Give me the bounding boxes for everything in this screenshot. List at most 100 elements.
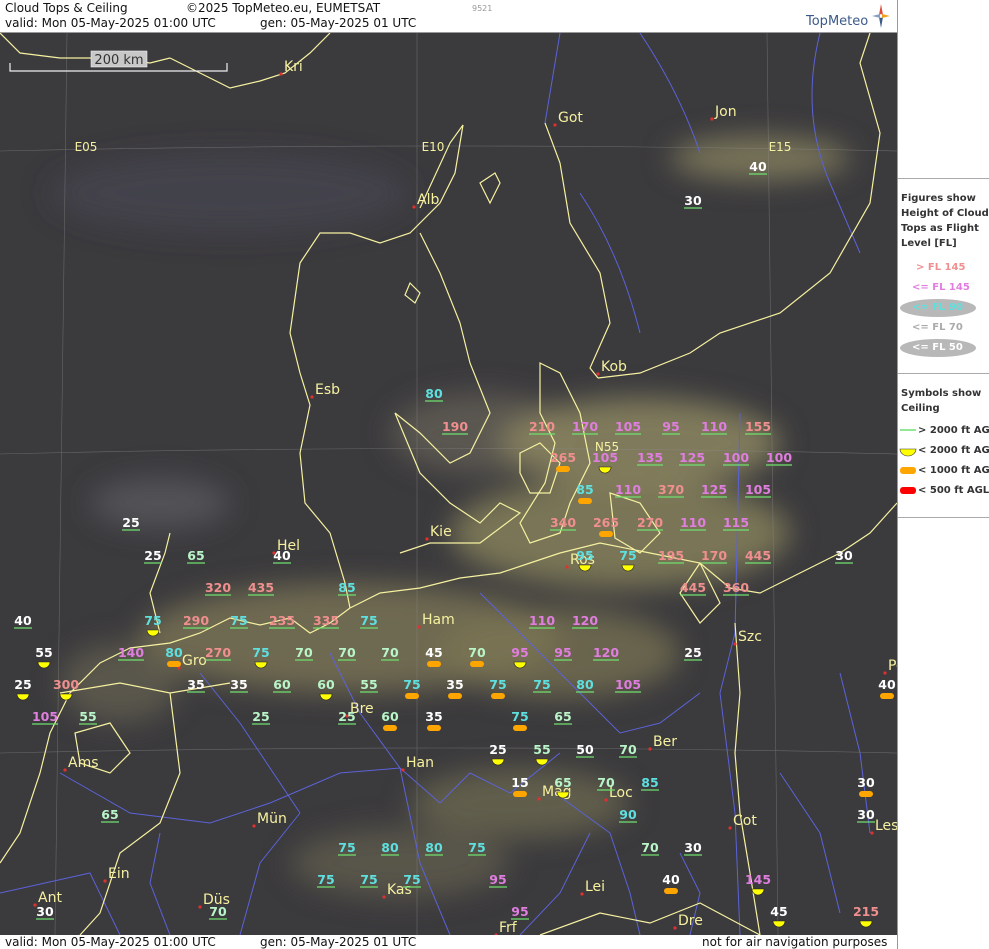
cloud-top-figure: 105 (592, 450, 618, 465)
legend-half-circle-symbol (899, 448, 917, 457)
cloud-top-figure: 90 (619, 807, 637, 822)
valid-time: valid: Mon 05-May-2025 01:00 UTC (5, 16, 216, 30)
city-label: Kri (284, 59, 303, 75)
cloud-top-figure: 95 (554, 645, 571, 660)
city-marker (63, 768, 67, 772)
cloud-top-figure: 75 (468, 840, 485, 855)
city-marker (710, 117, 714, 121)
ceiling-bar-symbol (513, 791, 527, 797)
cloud-top-figure: 70 (597, 775, 615, 790)
city-marker (198, 905, 202, 909)
ceiling-bar-symbol (167, 661, 181, 667)
city-label: Kie (430, 524, 452, 540)
legend-ceiling-gt2000: > 2000 ft AGL (918, 425, 989, 436)
cloud-top-figure: 25 (144, 548, 161, 563)
cloud-top-figure: 80 (165, 645, 183, 660)
cloud-top-figure: 75 (317, 872, 334, 887)
legend-figures-heading: Figures show Height of Cloud Tops as Fli… (901, 193, 989, 249)
cloud-top-figure: 70 (619, 742, 637, 757)
cloud-top-figure: 80 (576, 677, 594, 692)
cloud-top-figure: 170 (701, 548, 727, 563)
cloud-top-figure: 55 (35, 645, 52, 660)
city-label: Ham (422, 612, 455, 628)
map-title: Cloud Tops & Ceiling (5, 1, 128, 15)
ceiling-bar-symbol (448, 693, 462, 699)
city-marker (728, 826, 732, 830)
grid-label: E15 (769, 140, 792, 154)
cloud-top-figure: 70 (381, 645, 399, 660)
cloud-top-figure: 445 (745, 548, 771, 563)
cloud-top-figure: 40 (14, 613, 32, 628)
grid-label: E05 (75, 140, 98, 154)
city-marker (648, 747, 652, 751)
cloud-top-figure: 45 (770, 904, 787, 919)
legend-ceiling-lt500: < 500 ft AGL (918, 485, 989, 496)
cloud-top-figure: 125 (679, 450, 705, 465)
cloud-top-figure: 115 (723, 515, 749, 530)
cloud-top-figure: 190 (442, 419, 468, 434)
legend-panel: Figures show Height of Cloud Tops as Fli… (897, 0, 989, 949)
cloud-top-figure: 55 (533, 742, 550, 757)
cloud-top-figure: 100 (723, 450, 749, 465)
cloud-top-figure: 30 (684, 840, 702, 855)
cloud-top-figure: 80 (381, 840, 399, 855)
city-label: Dre (678, 913, 703, 929)
ceiling-bar-symbol (556, 466, 570, 472)
generated-time: gen: 05-May-2025 01 UTC (260, 16, 417, 30)
cloud-top-figure: 65 (187, 548, 204, 563)
cloud-top-figure: 25 (14, 677, 31, 692)
ceiling-bar-symbol (470, 661, 484, 667)
ceiling-bar-symbol (664, 888, 678, 894)
cloud-top-figure: 270 (637, 515, 663, 530)
legend-orange-bar-symbol (900, 467, 916, 474)
city-marker (883, 671, 887, 675)
cloud-top-figure: 265 (593, 515, 619, 530)
legend-ceiling-lt1000: < 1000 ft AGL (918, 465, 989, 476)
cloud-top-figure: 75 (252, 645, 269, 660)
city-label: Mün (257, 811, 287, 827)
cloud-top-figure: 370 (658, 482, 684, 497)
cloud-top-figure: 40 (749, 159, 767, 174)
cloud-top-figure: 75 (489, 677, 506, 692)
cloud-top-figure: 70 (641, 840, 659, 855)
city-marker (565, 565, 569, 569)
cloud-top-figure: 360 (723, 580, 749, 595)
city-label: Ber (653, 734, 677, 750)
cloud-top-figure: 320 (205, 580, 231, 595)
legend-fl-gt145: > FL 145 (916, 262, 966, 273)
cloud-top-figure: 75 (533, 677, 550, 692)
city-marker (673, 926, 677, 930)
cloud-top-figure: 30 (857, 807, 875, 822)
cloud-top-figure: 85 (641, 775, 658, 790)
cloud-top-figure: 25 (338, 709, 355, 724)
cloud-top-figure: 125 (701, 482, 727, 497)
city-label: Kob (601, 359, 627, 375)
cloud-top-figure: 145 (745, 872, 771, 887)
cloud-top-figure: 60 (317, 677, 335, 692)
city-label: Jon (714, 104, 737, 120)
city-label: Po (888, 658, 897, 674)
city-marker (596, 372, 600, 376)
cloud-top-figure: 35 (230, 677, 247, 692)
city-marker (733, 642, 737, 646)
city-marker (537, 797, 541, 801)
topmeteo-logo-icon (872, 4, 890, 28)
city-label: Szc (738, 629, 762, 645)
cloud-top-figure: 30 (857, 775, 875, 790)
ceiling-bar-symbol (383, 725, 397, 731)
cloud-top-figure: 40 (878, 677, 896, 692)
city-label: Han (406, 755, 434, 771)
cloud-top-figure: 75 (403, 872, 420, 887)
cloud-top-figure: 75 (360, 613, 377, 628)
cloud-top-figure: 45 (425, 645, 442, 660)
city-label: Cot (733, 813, 757, 829)
cloud-top-figure: 25 (252, 709, 269, 724)
city-marker (103, 879, 107, 883)
cloud-top-figure: 60 (273, 677, 291, 692)
footer-generated-time: gen: 05-May-2025 01 UTC (260, 935, 417, 949)
cloud-top-figure: 95 (662, 419, 679, 434)
cloud-top-figure: 70 (468, 645, 486, 660)
cloud-top-figure: 55 (79, 709, 96, 724)
cloud-top-figure: 300 (53, 677, 79, 692)
cloud-top-figure: 120 (593, 645, 619, 660)
